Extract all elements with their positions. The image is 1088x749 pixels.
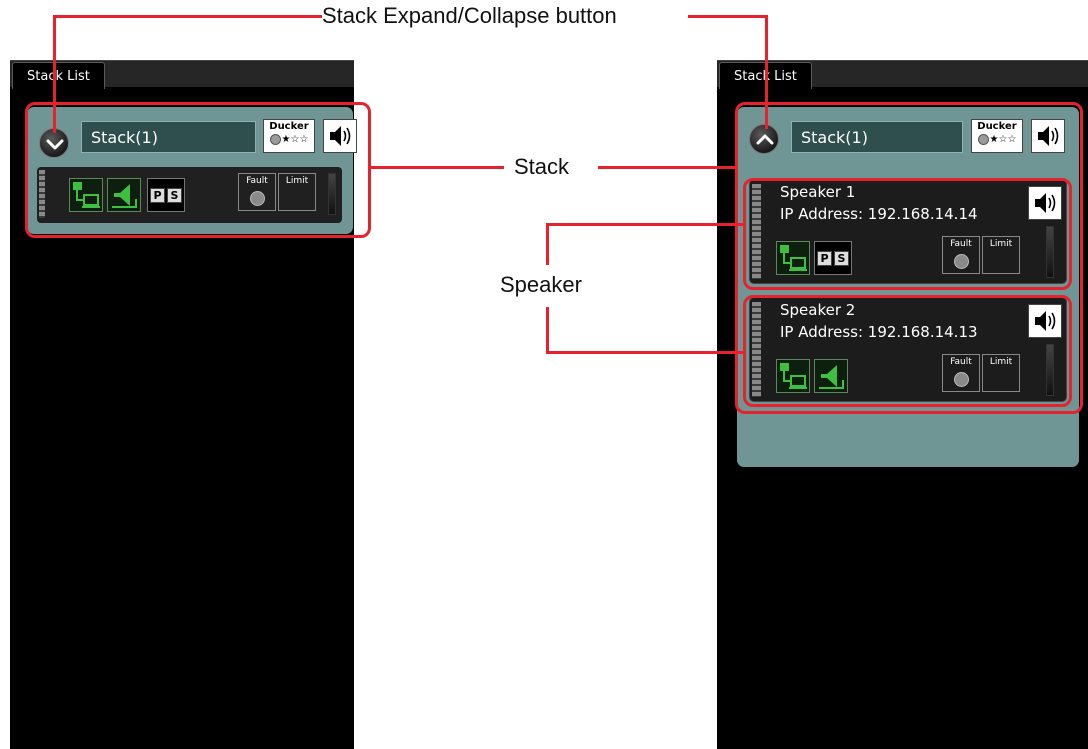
callout-line bbox=[546, 223, 549, 265]
stack-name-field[interactable]: Stack(1) bbox=[791, 121, 963, 153]
ducker-led bbox=[269, 134, 281, 145]
speaker-name: Speaker 1 bbox=[780, 183, 856, 201]
network-link-icon bbox=[780, 363, 807, 389]
speaker-volume-icon bbox=[330, 126, 351, 146]
network-status[interactable] bbox=[776, 241, 810, 275]
stack-summary-strip: P S Fault Limit bbox=[37, 167, 342, 223]
speaker-card-2[interactable]: Speaker 2 IP Address: 192.168.14.13 Faul… bbox=[749, 297, 1067, 402]
fault-indicator: Fault bbox=[238, 173, 276, 211]
speaker-ip: IP Address: 192.168.14.13 bbox=[780, 323, 978, 341]
chevron-up-icon bbox=[756, 134, 774, 145]
speaker-volume-icon bbox=[1038, 126, 1059, 146]
ducker-led bbox=[977, 134, 989, 145]
speaker-card-1[interactable]: Speaker 1 IP Address: 192.168.14.14 P S … bbox=[749, 179, 1067, 284]
ps-p-label: P bbox=[150, 187, 165, 203]
callout-line bbox=[765, 15, 768, 129]
speaker-output-icon bbox=[819, 365, 844, 389]
limit-indicator: Limit bbox=[982, 236, 1020, 274]
star-icon: ★☆☆ bbox=[989, 134, 1017, 145]
network-status[interactable] bbox=[69, 178, 103, 212]
speaker-chain-icon bbox=[752, 302, 761, 397]
ps-indicator: P S bbox=[147, 178, 185, 212]
speaker-volume-button[interactable] bbox=[1028, 186, 1062, 220]
speaker-volume-button[interactable] bbox=[1028, 304, 1062, 338]
speaker-output-icon bbox=[112, 184, 137, 208]
left-stack-list-panel: Stack List Stack(1) Ducker ★☆☆ P S Fault… bbox=[10, 60, 357, 749]
ps-indicator: P S bbox=[814, 241, 852, 275]
stack-collapsed[interactable]: Stack(1) Ducker ★☆☆ P S Fault Limit bbox=[27, 107, 357, 234]
fault-led bbox=[953, 372, 969, 387]
ducker-rating: ★☆☆ bbox=[264, 134, 314, 145]
fault-label: Fault bbox=[246, 176, 268, 186]
level-meter bbox=[328, 173, 336, 215]
stack-expanded[interactable]: Stack(1) Ducker ★☆☆ Speaker 1 IP Address… bbox=[737, 107, 1079, 467]
fault-indicator: Fault bbox=[942, 354, 980, 392]
tab-strip: Stack List bbox=[10, 60, 354, 89]
level-meter bbox=[1046, 344, 1054, 396]
network-status[interactable] bbox=[776, 359, 810, 393]
limit-indicator: Limit bbox=[278, 173, 316, 211]
stack-chain-icon bbox=[39, 170, 45, 218]
limit-label: Limit bbox=[989, 239, 1013, 249]
speaker-volume-icon bbox=[1035, 193, 1056, 213]
fault-label: Fault bbox=[950, 239, 972, 249]
callout-line bbox=[546, 351, 744, 354]
callout-line bbox=[371, 166, 504, 169]
ps-p-label: P bbox=[817, 250, 832, 266]
callout-line bbox=[688, 15, 768, 18]
callout-line bbox=[53, 15, 56, 133]
limit-label: Limit bbox=[285, 176, 309, 186]
ducker-label: Ducker bbox=[977, 121, 1017, 132]
network-link-icon bbox=[780, 245, 807, 271]
fault-led bbox=[249, 191, 265, 206]
speaker-volume-icon bbox=[1035, 311, 1056, 331]
stack-volume-button[interactable] bbox=[1031, 119, 1065, 153]
right-stack-list-panel: Stack List Stack(1) Ducker ★☆☆ Speaker 1… bbox=[717, 60, 1088, 749]
stack-name-field[interactable]: Stack(1) bbox=[81, 121, 256, 153]
fault-indicator: Fault bbox=[942, 236, 980, 274]
tab-strip: Stack List bbox=[717, 60, 1088, 89]
ducker-control[interactable]: Ducker ★☆☆ bbox=[971, 119, 1023, 153]
callout-line bbox=[53, 15, 323, 18]
star-icon: ★☆☆ bbox=[281, 134, 309, 145]
network-link-icon bbox=[73, 182, 100, 208]
speaker-ip: IP Address: 192.168.14.14 bbox=[780, 205, 978, 223]
chevron-down-icon bbox=[46, 139, 64, 150]
tab-stack-list[interactable]: Stack List bbox=[12, 62, 105, 89]
ps-s-label: S bbox=[167, 187, 182, 203]
fault-label: Fault bbox=[950, 357, 972, 367]
callout-expand-collapse: Stack Expand/Collapse button bbox=[322, 3, 617, 29]
stack-volume-button[interactable] bbox=[323, 119, 357, 153]
ps-s-label: S bbox=[834, 250, 849, 266]
limit-label: Limit bbox=[989, 357, 1013, 367]
callout-line bbox=[546, 307, 549, 354]
limit-indicator: Limit bbox=[982, 354, 1020, 392]
ducker-label: Ducker bbox=[269, 121, 309, 132]
ducker-control[interactable]: Ducker ★☆☆ bbox=[263, 119, 315, 153]
speaker-chain-icon bbox=[752, 184, 761, 279]
stack-collapse-button[interactable] bbox=[749, 124, 779, 154]
fault-led bbox=[953, 254, 969, 269]
speaker-name: Speaker 2 bbox=[780, 301, 856, 319]
level-meter bbox=[1046, 226, 1054, 278]
output-status[interactable] bbox=[814, 359, 848, 393]
callout-stack: Stack bbox=[514, 154, 570, 180]
output-status[interactable] bbox=[107, 178, 141, 212]
callout-line bbox=[546, 223, 744, 226]
ducker-rating: ★☆☆ bbox=[972, 134, 1022, 145]
callout-speaker: Speaker bbox=[500, 272, 582, 298]
callout-line bbox=[598, 166, 736, 169]
